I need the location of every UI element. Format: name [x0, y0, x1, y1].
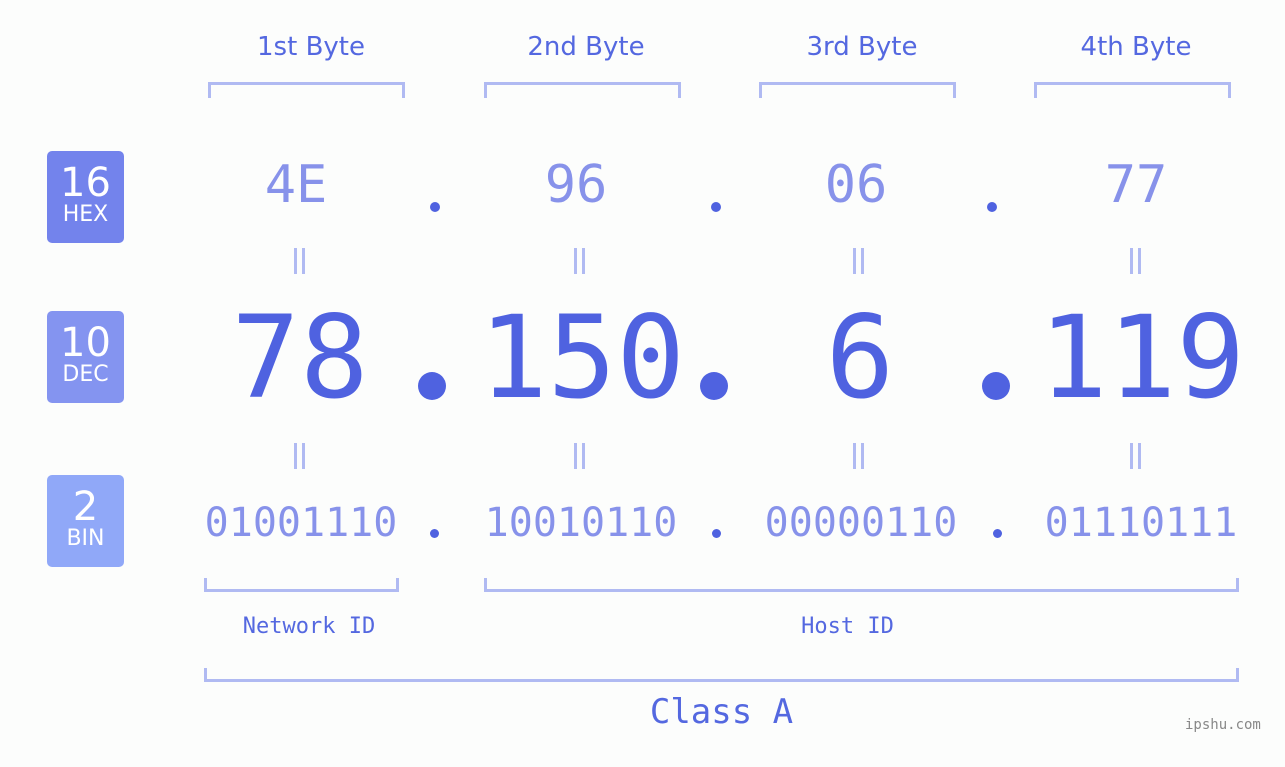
byte-bracket-4 [1034, 82, 1231, 98]
hex-dot-2 [711, 202, 721, 212]
host-id-bracket [484, 578, 1239, 592]
equals-sign [292, 248, 306, 274]
equals-sign [572, 443, 586, 469]
byte-bracket-3 [759, 82, 956, 98]
equals-sign [1128, 443, 1142, 469]
dec-base-label: DEC [62, 362, 109, 387]
dec-byte-3: 6 [825, 291, 895, 424]
bin-byte-3: 00000110 [764, 500, 958, 546]
bin-dot-1 [430, 529, 439, 538]
hex-byte-2: 96 [544, 155, 608, 215]
byte-header-4: 4th Byte [1080, 32, 1192, 62]
dec-dot-3 [982, 372, 1010, 400]
hex-byte-4: 77 [1104, 155, 1168, 215]
host-id-label: Host ID [801, 614, 894, 639]
byte-bracket-1 [208, 82, 405, 98]
class-bracket [204, 668, 1239, 682]
bin-base-number: 2 [72, 484, 99, 530]
hex-dot-1 [430, 202, 440, 212]
hex-byte-3: 06 [824, 155, 888, 215]
network-id-bracket [204, 578, 399, 592]
dec-byte-4: 119 [1039, 291, 1245, 424]
bin-base-label: BIN [66, 526, 105, 551]
bin-dot-2 [712, 529, 721, 538]
bin-byte-1: 01001110 [204, 500, 398, 546]
dec-badge: 10 DEC [47, 311, 124, 403]
equals-sign [851, 248, 865, 274]
bin-byte-4: 01110111 [1044, 500, 1238, 546]
equals-sign [1128, 248, 1142, 274]
dec-base-number: 10 [60, 320, 111, 366]
dec-dot-1 [418, 372, 446, 400]
byte-bracket-2 [484, 82, 681, 98]
equals-sign [851, 443, 865, 469]
network-id-label: Network ID [242, 614, 376, 639]
hex-byte-1: 4E [264, 155, 328, 215]
bin-badge: 2 BIN [47, 475, 124, 567]
bin-byte-2: 10010110 [484, 500, 678, 546]
byte-header-1: 1st Byte [257, 32, 365, 62]
equals-sign [292, 443, 306, 469]
bin-dot-3 [993, 529, 1002, 538]
hex-dot-3 [987, 202, 997, 212]
byte-header-2: 2nd Byte [527, 32, 645, 62]
hex-base-label: HEX [62, 202, 109, 227]
equals-sign [572, 248, 586, 274]
class-label: Class A [649, 692, 794, 732]
hex-base-number: 16 [60, 160, 111, 206]
hex-badge: 16 HEX [47, 151, 124, 243]
byte-header-3: 3rd Byte [806, 32, 918, 62]
dec-dot-2 [700, 372, 728, 400]
dec-byte-2: 150 [479, 291, 685, 424]
watermark: ipshu.com [1185, 717, 1261, 733]
dec-byte-1: 78 [231, 291, 369, 424]
